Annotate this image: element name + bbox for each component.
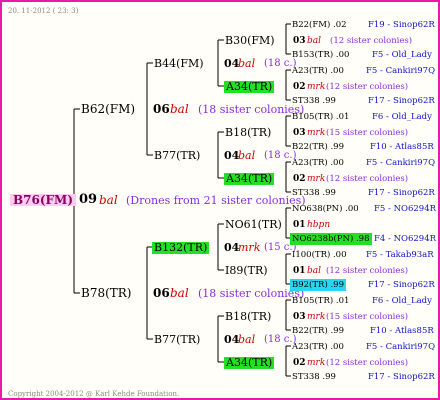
root-note: (Drones from 21 sister colonies) [126,194,306,207]
g3-breed: mrk [307,128,326,138]
copyright: Copyright 2004-2012 @ Karl Kehde Foundat… [8,390,180,398]
g2-queen[interactable]: B77(TR) [154,334,200,346]
g3-breed: hbpn [307,220,331,230]
g4-ref[interactable]: F17 - Sinop62R [368,187,435,199]
g3-note: (15 sister colonies) [326,312,409,322]
g3-queen[interactable]: A34(TR) [224,173,275,185]
g3-breed: mrk [307,312,326,322]
g4-ref[interactable]: F5 - NO6294R [374,203,436,215]
g1-breed: bal [170,286,189,300]
g3-note: (12 sister colonies) [326,82,409,92]
root-generation: 09 [79,192,98,207]
g3-breed: mrk [307,82,326,92]
g3-queen[interactable]: A34(TR) [224,81,275,93]
g3-generation: 03 [293,312,306,322]
g4-ref[interactable]: F5 - Old_Lady [372,49,432,61]
g2-queen[interactable]: B77(TR) [154,150,200,162]
g1-note: (18 sister colonies) [198,287,305,300]
g4-ref[interactable]: F6 - Old_Lady [372,295,432,307]
g1-breed: bal [170,102,189,116]
g3-queen[interactable]: A34(TR) [224,357,275,369]
g4-ref[interactable]: F17 - Sinop62R [368,371,435,383]
g3-breed: mrk [307,358,326,368]
g3-breed: bal [307,36,322,46]
g3-queen[interactable]: I89(TR) [225,265,268,277]
g1-queen[interactable]: B78(TR) [81,287,132,299]
g2-breed: bal [238,333,256,346]
g2-breed: mrk [238,241,261,254]
g4-ref[interactable]: F19 - Sinop62R [368,19,435,31]
g4-ref[interactable]: F10 - Atlas85R [370,141,434,153]
g4-ref[interactable]: F17 - Sinop62R [368,279,435,291]
g4-code[interactable]: A23(TR) .00 [292,157,344,169]
g4-ref[interactable]: F5 - Takab93aR [366,249,434,261]
g4-code[interactable]: A23(TR) .00 [292,341,344,353]
g3-generation: 02 [293,82,306,92]
g1-generation: 06 [153,102,170,116]
g3-queen[interactable]: B30(FM) [225,35,275,47]
g3-queen[interactable]: B18(TR) [225,311,271,323]
g1-generation: 06 [153,286,170,300]
g2-breed: bal [238,57,256,70]
g4-code[interactable]: ST338 .99 [292,187,336,199]
g2-queen[interactable]: B44(FM) [154,58,204,70]
g3-note: (12 sister colonies) [326,174,409,184]
g4-code[interactable]: I100(TR) .00 [292,249,347,261]
g4-code[interactable]: B105(TR) .01 [292,295,349,307]
g4-code[interactable]: B92(TR) .99 [290,279,346,291]
g3-generation: 02 [293,174,306,184]
g4-code[interactable]: B22(TR) .99 [292,141,344,153]
g1-queen[interactable]: B62(FM) [81,103,135,115]
g3-generation: 03 [293,36,306,46]
g3-breed: bal [307,266,322,276]
g2-queen[interactable]: B132(TR) [152,242,210,254]
g3-queen[interactable]: NO61(TR) [225,219,282,231]
g4-code[interactable]: B153(TR) .00 [292,49,349,61]
g4-ref[interactable]: F10 - Atlas85R [370,325,434,337]
g3-queen[interactable]: B18(TR) [225,127,271,139]
g3-generation: 01 [293,266,306,276]
g4-ref[interactable]: F6 - Old_Lady [372,111,432,123]
g4-ref[interactable]: F5 - Cankiri97Q [366,157,435,169]
g3-generation: 02 [293,358,306,368]
g4-code[interactable]: A23(TR) .00 [292,65,344,77]
g3-note: (15 sister colonies) [326,128,409,138]
g4-ref[interactable]: F5 - Cankiri97Q [366,341,435,353]
g4-code[interactable]: NO638(PN) .00 [292,203,359,215]
pedigree-chart: 20. 11-2012 ( 23: 3) B76(FM) 09 bal (Dro… [0,0,440,400]
g4-code[interactable]: B22(TR) .99 [292,325,344,337]
g4-ref[interactable]: F17 - Sinop62R [368,95,435,107]
g3-generation: 03 [293,128,306,138]
g4-code[interactable]: NO6238b(PN) .98 [290,233,372,245]
g4-code[interactable]: B105(TR) .01 [292,111,349,123]
g1-note: (18 sister colonies) [198,103,305,116]
g3-note: (12 sister colonies) [326,358,409,368]
g4-ref[interactable]: F4 - NO6294R [374,233,436,245]
g2-breed: bal [238,149,256,162]
root-breed: bal [99,193,118,207]
g3-breed: mrk [307,174,326,184]
g4-code[interactable]: ST338 .99 [292,95,336,107]
g3-note: (12 sister colonies) [326,266,409,276]
root-queen[interactable]: B76(FM) [10,194,76,206]
report-date: 20. 11-2012 ( 23: 3) [8,7,79,15]
g3-generation: 01 [293,220,306,230]
g3-note: (12 sister colonies) [330,36,413,46]
g4-ref[interactable]: F5 - Cankiri97Q [366,65,435,77]
g4-code[interactable]: B22(FM) .02 [292,19,347,31]
g4-code[interactable]: ST338 .99 [292,371,336,383]
